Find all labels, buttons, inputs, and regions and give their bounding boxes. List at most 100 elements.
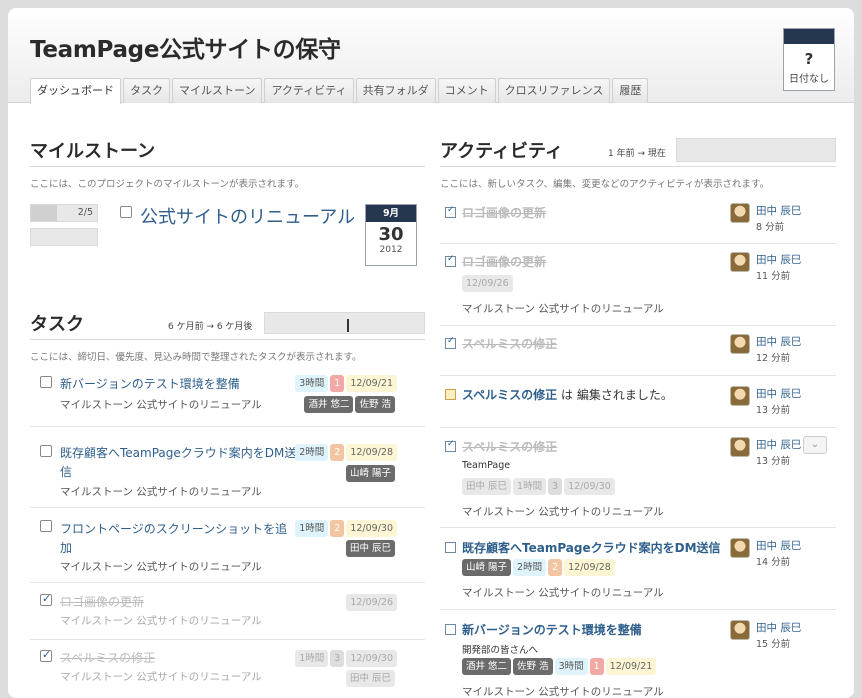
page-frame: TeamPage公式サイトの保守 ダッシュボード タスク マイルストーン アクテ… [8,8,854,698]
page-header: TeamPage公式サイトの保守 ダッシュボード タスク マイルストーン アクテ… [8,8,854,104]
user-chip[interactable]: 田中 辰巳 [345,540,395,557]
date-chip: 12/09/26 [346,594,397,611]
chevron-down-icon[interactable]: ⌄ [803,436,827,454]
activity-description: ここには、新しいタスク、編集、変更などのアクティビティが表示されます。 [440,179,770,190]
activity-user[interactable]: 田中 辰巳 [756,386,801,401]
task-chips: 1時間 3 12/09/30 [293,650,397,669]
task-checkbox[interactable] [40,520,52,532]
activity-time: 12 分前 [756,353,791,364]
hours-chip: 3時間 [554,658,588,675]
user-chip[interactable]: 田中 辰巳 [462,478,512,495]
task-row: 既存顧客へTeamPageクラウド案内をDM送 信 マイルストーン 公式サイトの… [30,427,425,508]
task-title-link[interactable]: スペルミスの修正 [60,649,155,666]
milestones-heading: マイルストーン [30,141,156,162]
activity-user[interactable]: 田中 辰巳 [756,334,801,349]
user-chip[interactable]: 山崎 陽子 [462,559,512,576]
activity-time: 14 分前 [756,557,791,568]
activity-row: スペルミスの修正 は 編集されました。 田中 辰巳 13 分前 [440,376,836,428]
task-milestone: マイルストーン 公式サイトのリニューアル [60,615,262,627]
task-row: 新バージョンのテスト環境を整備 マイルストーン 公式サイトのリニューアル 3時間… [30,368,425,427]
task-title-link[interactable]: フロントページのスクリーンショットを追 [60,520,287,537]
avatar [730,252,750,272]
activity-milestone: マイルストーン 公式サイトのリニューアル [462,587,664,599]
task-title-continued[interactable]: 信 [60,463,72,480]
activity-title[interactable]: スペルミスの修正 [462,335,557,352]
tab-activity[interactable]: アクティビティ [264,78,354,103]
divider [440,166,836,167]
task-checkbox[interactable] [40,376,52,388]
activity-chips: 12/09/26 [462,275,513,294]
task-title-link[interactable]: 新バージョンのテスト環境を整備 [60,375,240,392]
task-open-icon [445,624,456,635]
activity-title[interactable]: スペルミスの修正 [462,438,557,455]
activity-title[interactable]: 既存顧客へTeamPageクラウド案内をDM送信 [462,539,721,556]
tab-bar: ダッシュボード タスク マイルストーン アクティビティ 共有フォルダ コメント … [30,78,649,104]
user-chip[interactable]: 酒井 悠二 [304,396,354,413]
task-checkbox[interactable] [40,648,52,662]
activity-user[interactable]: 田中 辰巳 [756,538,801,553]
activity-title[interactable]: スペルミスの修正 [462,388,557,402]
activity-chips: 山崎 陽子 2時間 2 12/09/28 [462,559,615,578]
user-chip[interactable]: 酒井 悠二 [462,658,512,675]
tab-dashboard[interactable]: ダッシュボード [30,78,121,104]
milestone-day: 30 [378,224,404,245]
activity-line: スペルミスの修正 は 編集されました。 [462,386,673,403]
tasks-range-label: 6 ケ月前 → 6 ケ月後 [168,322,253,332]
tasks-timeline-slider[interactable] [264,312,425,334]
tab-comments[interactable]: コメント [437,78,496,103]
activity-heading: アクティビティ [440,141,563,162]
activity-user[interactable]: 田中 辰巳 [756,203,801,218]
user-chip[interactable]: 佐野 浩 [355,396,395,413]
task-complete-icon [445,254,456,267]
milestone-checkbox[interactable] [120,206,132,218]
activity-user[interactable]: 田中 辰巳 [756,437,801,452]
date-chip: 12/09/30 [564,478,615,495]
task-title-link[interactable]: 既存顧客へTeamPageクラウド案内をDM送 [60,444,296,461]
task-users: 田中 辰巳 [344,670,395,689]
timeline-marker [347,319,349,332]
activity-title[interactable]: 新バージョンのテスト環境を整備 [462,621,642,638]
task-title-link[interactable]: ロゴ画像の更新 [60,593,144,610]
activity-time: 15 分前 [756,639,791,650]
activity-time: 13 分前 [756,456,791,467]
priority-chip: 2 [330,444,345,461]
task-chips: 2時間 2 12/09/28 [293,444,397,463]
task-chips: 3時間 1 12/09/21 [293,375,397,394]
hours-chip: 1時間 [295,520,329,537]
milestone-secondary-bar [30,228,98,246]
activity-title[interactable]: ロゴ画像の更新 [462,204,546,221]
activity-row: ロゴ画像の更新 田中 辰巳 8 分前 [440,197,836,244]
milestones-description: ここには、このプロジェクトのマイルストーンが表示されます。 [30,179,305,190]
date-chip: 12/09/26 [462,275,513,292]
date-badge[interactable]: ? 日付なし [783,28,835,91]
avatar [730,334,750,354]
tab-milestones[interactable]: マイルストーン [172,78,263,103]
milestone-calendar: 9月 30 2012 [365,204,417,266]
activity-user[interactable]: 田中 辰巳 [756,252,801,267]
user-chip[interactable]: 山崎 陽子 [345,465,395,482]
milestone-title-link[interactable]: 公式サイトのリニューアル [140,203,355,229]
user-chip[interactable]: 田中 辰巳 [345,670,395,687]
avatar [730,437,750,457]
task-title-continued[interactable]: 加 [60,539,72,556]
activity-user[interactable]: 田中 辰巳 [756,620,801,635]
task-checkbox[interactable] [40,592,52,606]
task-milestone: マイルストーン 公式サイトのリニューアル [60,561,262,573]
tab-history[interactable]: 履歴 [612,78,649,103]
tab-shared-folder[interactable]: 共有フォルダ [355,78,436,103]
calendar-band [784,29,834,44]
tab-tasks[interactable]: タスク [123,78,170,103]
activity-timeline-slider[interactable] [676,138,836,162]
activity-subtext: TeamPage [462,460,511,471]
tasks-heading: タスク [30,314,84,335]
tab-cross-reference[interactable]: クロスリファレンス [497,78,611,103]
page-title: TeamPage公式サイトの保守 [30,37,341,63]
activity-title[interactable]: ロゴ画像の更新 [462,253,546,270]
task-checkbox[interactable] [40,445,52,457]
user-chip[interactable]: 佐野 浩 [513,658,553,675]
task-row: フロントページのスクリーンショットを追 加 マイルストーン 公式サイトのリニュー… [30,508,425,583]
activity-row: 既存顧客へTeamPageクラウド案内をDM送信 山崎 陽子 2時間 2 12/09/… [440,528,836,610]
activity-milestone: マイルストーン 公式サイトのリニューアル [462,686,664,698]
date-chip: 12/09/28 [346,444,397,461]
activity-milestone: マイルストーン 公式サイトのリニューアル [462,303,664,315]
